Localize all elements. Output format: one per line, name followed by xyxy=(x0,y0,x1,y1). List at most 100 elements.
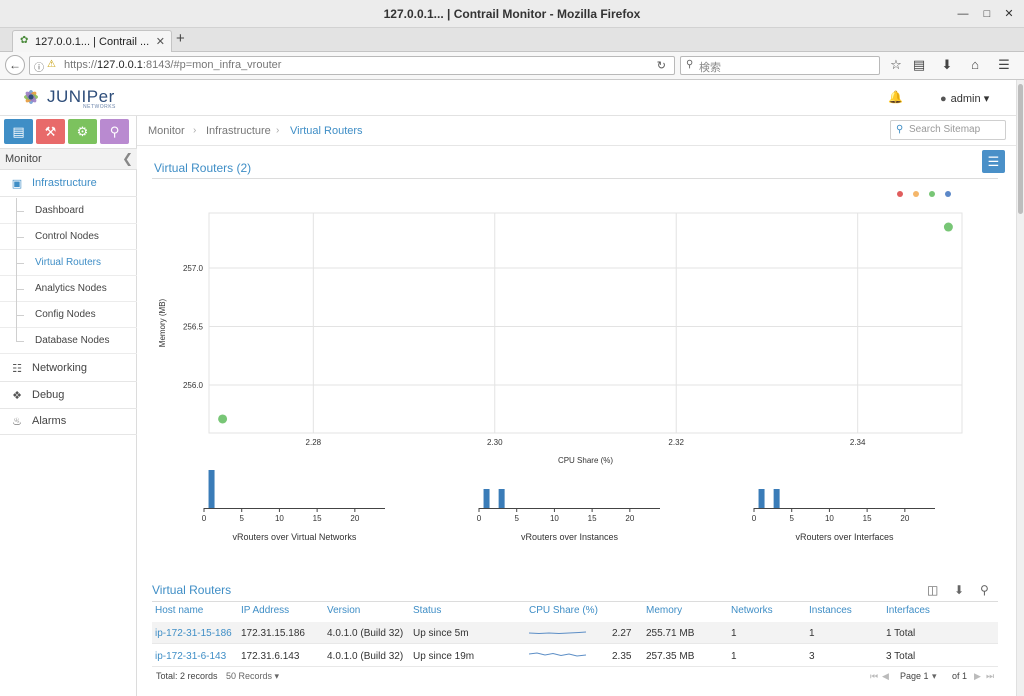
prev-page-icon[interactable]: ◀ xyxy=(882,671,889,682)
browser-tab[interactable]: ✿ 127.0.0.1... | Contrail ... ✕ xyxy=(12,30,172,52)
x-tick-label: 2.28 xyxy=(306,438,322,447)
reading-list-icon[interactable]: ▤ xyxy=(911,57,927,73)
breadcrumb: Monitor › Infrastructure › Virtual Route… xyxy=(137,116,1016,146)
page-size-select[interactable]: 50 Records ▾ xyxy=(226,671,279,682)
notifications-bell-icon[interactable]: 🔔 xyxy=(888,90,903,104)
sitemap-search-input[interactable]: ⚲ Search Sitemap xyxy=(890,120,1006,140)
x-tick-label: 0 xyxy=(477,514,482,523)
page-number[interactable]: Page 1 xyxy=(900,671,929,681)
brand-sub: NETWORKS xyxy=(83,104,116,110)
last-page-icon[interactable]: ⏭ xyxy=(986,671,994,682)
reload-icon[interactable]: ↻ xyxy=(657,59,666,72)
list-view-button[interactable]: ☰ xyxy=(982,150,1005,173)
collapse-sidebar-icon[interactable]: ❮ xyxy=(122,151,133,167)
divider xyxy=(152,178,998,179)
new-tab-icon[interactable]: + xyxy=(176,31,185,47)
networks-cell: 1 xyxy=(731,628,737,639)
hamburger-menu-icon[interactable]: ☰ xyxy=(996,57,1012,73)
status-cell: Up since 19m xyxy=(413,651,475,662)
column-header-ip-address[interactable]: IP Address xyxy=(241,605,289,616)
scrollbar-thumb[interactable] xyxy=(1018,84,1023,214)
x-tick-label: 5 xyxy=(514,514,519,523)
column-header-networks[interactable]: Networks xyxy=(731,605,773,616)
maximize-icon[interactable]: □ xyxy=(979,6,995,22)
histogram-bar xyxy=(773,489,780,508)
x-tick-label: 5 xyxy=(789,514,794,523)
table-row[interactable]: ip-172-31-6-143 172.31.6.143 4.0.1.0 (Bu… xyxy=(152,645,998,667)
sidebar-item-label: Analytics Nodes xyxy=(35,283,107,294)
settings-module-tab[interactable]: ⚙ xyxy=(68,119,97,144)
status-cell: Up since 5m xyxy=(413,628,469,639)
back-arrow-icon[interactable]: ← xyxy=(5,55,25,75)
sidebar-item-label: Control Nodes xyxy=(35,231,99,242)
instances-cell: 1 xyxy=(809,628,815,639)
query-module-tab[interactable]: ⚲ xyxy=(100,119,129,144)
user-menu[interactable]: ● admin ▾ xyxy=(940,92,989,105)
juniper-flower-icon xyxy=(24,90,38,104)
caret-down-icon: ▾ xyxy=(932,671,937,681)
sitemap-placeholder: Search Sitemap xyxy=(909,124,981,135)
lock-warning-icon[interactable]: ⚠ xyxy=(47,59,56,70)
bar-chart-icon: ▤ xyxy=(12,124,25,139)
minimize-icon[interactable]: — xyxy=(955,6,971,22)
breadcrumb-infrastructure[interactable]: Infrastructure xyxy=(206,125,271,137)
url-bar[interactable]: ⓘ ⚠ https://127.0.0.1:8143/#p=mon_infra_… xyxy=(29,56,675,75)
user-name: admin xyxy=(950,93,981,105)
columns-toggle-icon[interactable]: ◫ xyxy=(927,583,938,597)
cpu-share-cell: 2.27 xyxy=(612,628,632,639)
breadcrumb-monitor[interactable]: Monitor xyxy=(148,125,185,137)
memory-cell: 257.35 MB xyxy=(646,651,695,662)
sidebar-item-networking[interactable]: ☷ Networking xyxy=(0,356,137,382)
chevron-right-icon: › xyxy=(276,125,280,136)
browser-tabbar: ✿ 127.0.0.1... | Contrail ... ✕ + xyxy=(0,28,1024,52)
home-icon[interactable]: ⌂ xyxy=(967,57,983,73)
sidebar-item-config-nodes[interactable]: Config Nodes xyxy=(0,302,137,328)
download-icon[interactable]: ⬇ xyxy=(939,57,955,73)
scatter-chart: 2.28 2.30 2.32 2.34256.0256.5257.0 CPU Shar… xyxy=(158,191,963,465)
info-icon[interactable]: ⓘ xyxy=(34,59,44,74)
column-header-status[interactable]: Status xyxy=(413,605,441,616)
export-download-icon[interactable]: ⬇ xyxy=(954,583,964,597)
browser-search-input[interactable]: ⚲ 検索 xyxy=(680,56,880,75)
first-page-icon[interactable]: ⏮ xyxy=(870,671,878,682)
chart-grid xyxy=(209,213,962,433)
bookmark-star-icon[interactable]: ☆ xyxy=(888,57,904,73)
networks-cell: 1 xyxy=(731,651,737,662)
grid-search-icon[interactable]: ⚲ xyxy=(980,583,989,597)
column-header-version[interactable]: Version xyxy=(327,605,360,616)
vertical-scrollbar[interactable] xyxy=(1016,80,1024,696)
close-tab-icon[interactable]: ✕ xyxy=(156,35,165,48)
module-header: Monitor ❮ xyxy=(0,148,137,170)
column-header-host-name[interactable]: Host name xyxy=(155,605,203,616)
table-row[interactable]: ip-172-31-15-186 172.31.15.186 4.0.1.0 (… xyxy=(152,622,998,644)
interfaces-cell: 1 Total xyxy=(886,628,916,639)
sidebar-item-dashboard[interactable]: Dashboard xyxy=(0,198,137,224)
x-axis-label: vRouters over Virtual Networks xyxy=(233,532,357,542)
host-name-link[interactable]: ip-172-31-15-186 xyxy=(155,628,232,639)
x-tick-label: 20 xyxy=(350,514,359,523)
sidebar-item-control-nodes[interactable]: Control Nodes xyxy=(0,224,137,250)
plot-area xyxy=(208,212,963,434)
next-page-icon[interactable]: ▶ xyxy=(974,671,981,682)
sidebar-item-analytics-nodes[interactable]: Analytics Nodes xyxy=(0,276,137,302)
version-cell: 4.0.1.0 (Build 32) xyxy=(327,628,404,639)
close-window-icon[interactable]: ✕ xyxy=(1001,6,1017,22)
sidebar-item-debug[interactable]: ❖ Debug xyxy=(0,383,137,409)
sidebar-item-database-nodes[interactable]: Database Nodes xyxy=(0,328,137,354)
sidebar-item-virtual-routers[interactable]: Virtual Routers xyxy=(0,250,137,276)
column-header-instances[interactable]: Instances xyxy=(809,605,852,616)
legend-dot xyxy=(945,191,951,197)
browser-tab-label: 127.0.0.1... | Contrail ... xyxy=(35,36,150,48)
sidebar: ▤ ⚒ ⚙ ⚲ Monitor ❮ ▣ Infrastructure Dashb… xyxy=(0,116,137,696)
host-name-link[interactable]: ip-172-31-6-143 xyxy=(155,651,226,662)
column-header-cpu-share[interactable]: CPU Share (%) xyxy=(529,605,598,616)
sidebar-item-alarms[interactable]: ♨ Alarms xyxy=(0,409,137,435)
module-title: Monitor xyxy=(5,153,42,165)
sidebar-item-infrastructure[interactable]: ▣ Infrastructure xyxy=(0,171,137,197)
column-header-interfaces[interactable]: Interfaces xyxy=(886,605,930,616)
monitor-module-tab[interactable]: ▤ xyxy=(4,119,33,144)
configure-module-tab[interactable]: ⚒ xyxy=(36,119,65,144)
x-tick-label: 2.34 xyxy=(850,438,866,447)
sidebar-item-label: Alarms xyxy=(32,415,67,427)
column-header-memory[interactable]: Memory xyxy=(646,605,682,616)
